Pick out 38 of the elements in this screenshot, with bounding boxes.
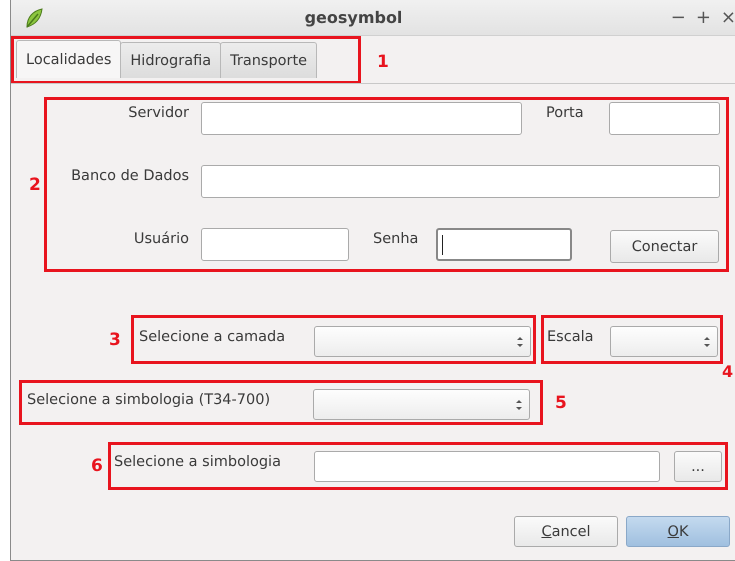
window-control[interactable]: − [670, 7, 686, 28]
field-label: Selecione a camada [139, 328, 286, 345]
connect-button[interactable]: Conectar [610, 230, 719, 263]
window-title: geosymbol [304, 8, 404, 27]
annotation-number: 2 [29, 174, 42, 194]
tab[interactable]: Localidades [16, 40, 122, 78]
window-control[interactable]: × [720, 7, 735, 28]
annotation-number: 1 [377, 52, 389, 72]
input-field[interactable] [201, 165, 720, 198]
spinner-arrows-icon [703, 334, 711, 348]
browse-button[interactable]: ... [674, 451, 722, 482]
annotation-number: 4 [722, 362, 734, 381]
dialog-button[interactable]: OK [626, 516, 730, 547]
dialog-button[interactable]: Cancel [514, 516, 618, 547]
field-label: Escala [547, 328, 594, 345]
field-label: Selecione a simbologia [114, 453, 282, 470]
spinner-arrows-icon [515, 398, 523, 412]
field-label: Selecione a simbologia (T34-700) [27, 391, 272, 408]
tab[interactable]: Transporte [220, 42, 318, 78]
tab[interactable]: Hidrografia [120, 42, 222, 78]
input-field[interactable] [201, 228, 349, 261]
field-label: Usuário [132, 230, 190, 247]
spinner-arrows-icon [516, 334, 524, 348]
dropdown[interactable] [314, 326, 531, 357]
input-field[interactable] [201, 102, 522, 135]
dropdown[interactable] [610, 326, 718, 357]
dropdown[interactable] [313, 389, 530, 420]
input-field[interactable] [609, 102, 720, 135]
field-label: Senha [372, 230, 420, 247]
window-control[interactable]: + [696, 7, 711, 28]
input-field[interactable] [314, 451, 660, 482]
field-label: Servidor [127, 104, 190, 121]
annotation-number: 5 [555, 392, 567, 412]
input-field[interactable] [436, 228, 572, 261]
field-label: Banco de Dados [70, 167, 190, 184]
annotation-number: 6 [91, 456, 104, 476]
annotation-number: 3 [109, 330, 122, 350]
field-label: Porta [545, 104, 585, 121]
